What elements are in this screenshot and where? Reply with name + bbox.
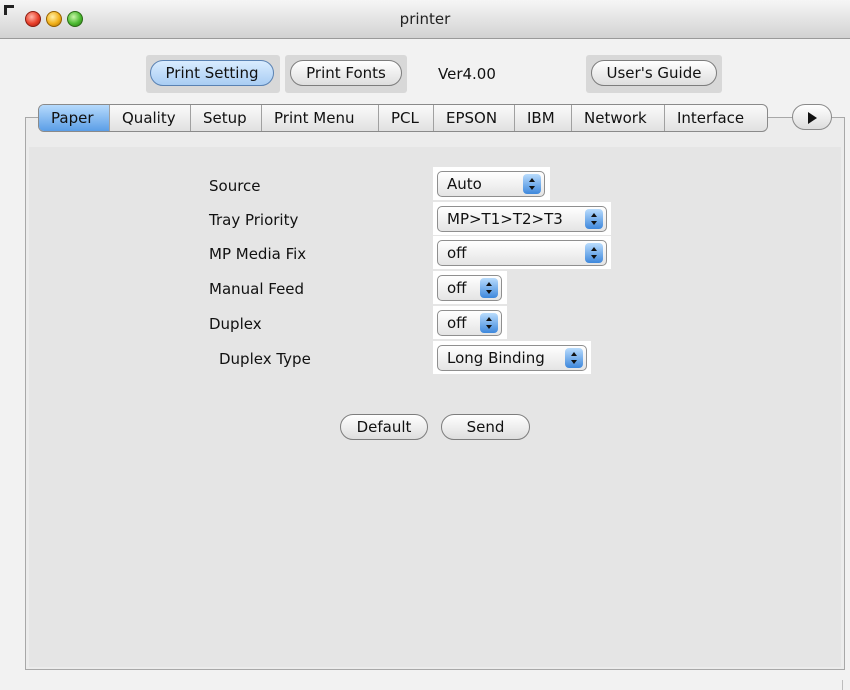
mp-media-fix-label: MP Media Fix <box>209 245 307 263</box>
version-label: Ver4.00 <box>438 65 496 83</box>
tab-ibm[interactable]: IBM <box>515 105 572 131</box>
tab-interface[interactable]: Interface <box>665 105 767 131</box>
print-fonts-button[interactable]: Print Fonts <box>290 60 402 86</box>
source-select[interactable]: Auto <box>437 171 545 197</box>
app-window: printer Print Setting Print Fonts Ver4.0… <box>0 0 850 690</box>
source-label: Source <box>209 177 261 195</box>
up-down-arrows-icon <box>565 348 583 368</box>
tab-quality[interactable]: Quality <box>110 105 191 131</box>
tab-epson[interactable]: EPSON <box>434 105 515 131</box>
window-title: printer <box>399 10 451 28</box>
mp-media-fix-select[interactable]: off <box>437 240 607 266</box>
users-guide-button[interactable]: User's Guide <box>591 60 717 86</box>
send-button[interactable]: Send <box>441 414 530 440</box>
tab-print-menu[interactable]: Print Menu <box>262 105 379 131</box>
tray-priority-label: Tray Priority <box>209 211 299 229</box>
play-arrow-icon <box>808 112 817 124</box>
manual-feed-value: off <box>447 279 467 297</box>
tray-priority-select[interactable]: MP>T1>T2>T3 <box>437 206 607 232</box>
duplex-label: Duplex <box>209 315 262 333</box>
manual-feed-label: Manual Feed <box>209 280 305 298</box>
resize-handle[interactable] <box>842 680 850 690</box>
up-down-arrows-icon <box>523 174 541 194</box>
title-bar: printer <box>0 0 850 39</box>
up-down-arrows-icon <box>480 313 498 333</box>
default-button[interactable]: Default <box>340 414 428 440</box>
print-setting-button[interactable]: Print Setting <box>150 60 274 86</box>
up-down-arrows-icon <box>480 278 498 298</box>
tab-paper[interactable]: Paper <box>39 105 110 131</box>
tab-setup[interactable]: Setup <box>191 105 262 131</box>
duplex-select[interactable]: off <box>437 310 502 336</box>
up-down-arrows-icon <box>585 209 603 229</box>
duplex-value: off <box>447 314 467 332</box>
up-down-arrows-icon <box>585 243 603 263</box>
tab-pcl[interactable]: PCL <box>379 105 434 131</box>
source-value: Auto <box>447 175 482 193</box>
duplex-type-select[interactable]: Long Binding <box>437 345 587 371</box>
more-tabs-button[interactable] <box>792 104 832 130</box>
duplex-type-label: Duplex Type <box>219 350 311 368</box>
tab-bar: Paper Quality Setup Print Menu PCL EPSON… <box>38 104 768 132</box>
duplex-type-value: Long Binding <box>447 349 545 367</box>
tab-network[interactable]: Network <box>572 105 665 131</box>
mp-media-fix-value: off <box>447 244 467 262</box>
tray-priority-value: MP>T1>T2>T3 <box>447 210 563 228</box>
manual-feed-select[interactable]: off <box>437 275 502 301</box>
